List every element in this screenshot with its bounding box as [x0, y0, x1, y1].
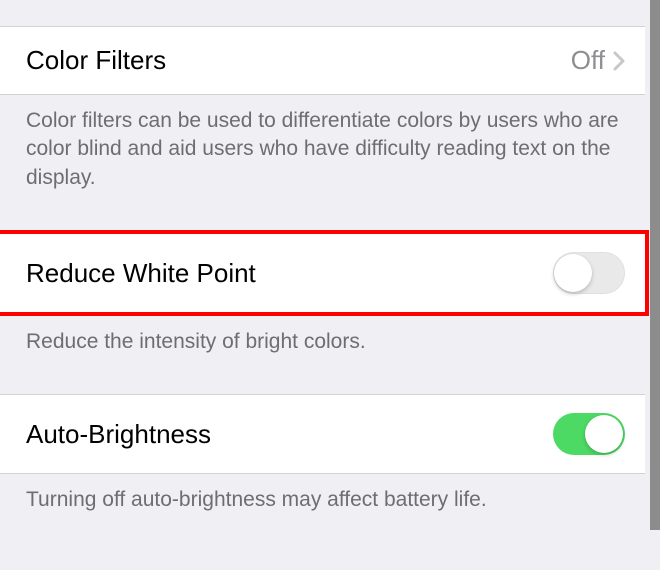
- reduce-white-point-row[interactable]: Reduce White Point: [0, 234, 645, 312]
- auto-brightness-label: Auto-Brightness: [26, 419, 211, 450]
- scrollbar[interactable]: [650, 0, 660, 530]
- row-right-group: Off: [571, 45, 625, 76]
- reduce-white-point-description: Reduce the intensity of bright colors.: [0, 316, 645, 364]
- auto-brightness-description: Turning off auto-brightness may affect b…: [0, 474, 645, 522]
- auto-brightness-toggle[interactable]: [553, 413, 625, 455]
- spacer: [0, 0, 645, 26]
- toggle-knob: [585, 415, 623, 453]
- chevron-right-icon: [613, 51, 625, 71]
- color-filters-row[interactable]: Color Filters Off: [0, 26, 645, 95]
- spacer: [0, 200, 645, 230]
- spacer: [0, 364, 645, 394]
- color-filters-value: Off: [571, 45, 605, 76]
- highlight-annotation: Reduce White Point: [0, 230, 649, 316]
- auto-brightness-row[interactable]: Auto-Brightness: [0, 394, 645, 474]
- color-filters-label: Color Filters: [26, 45, 166, 76]
- toggle-knob: [554, 254, 592, 292]
- settings-list: Color Filters Off Color filters can be u…: [0, 0, 645, 523]
- reduce-white-point-toggle[interactable]: [553, 252, 625, 294]
- color-filters-description: Color filters can be used to differentia…: [0, 95, 645, 200]
- reduce-white-point-label: Reduce White Point: [26, 258, 256, 289]
